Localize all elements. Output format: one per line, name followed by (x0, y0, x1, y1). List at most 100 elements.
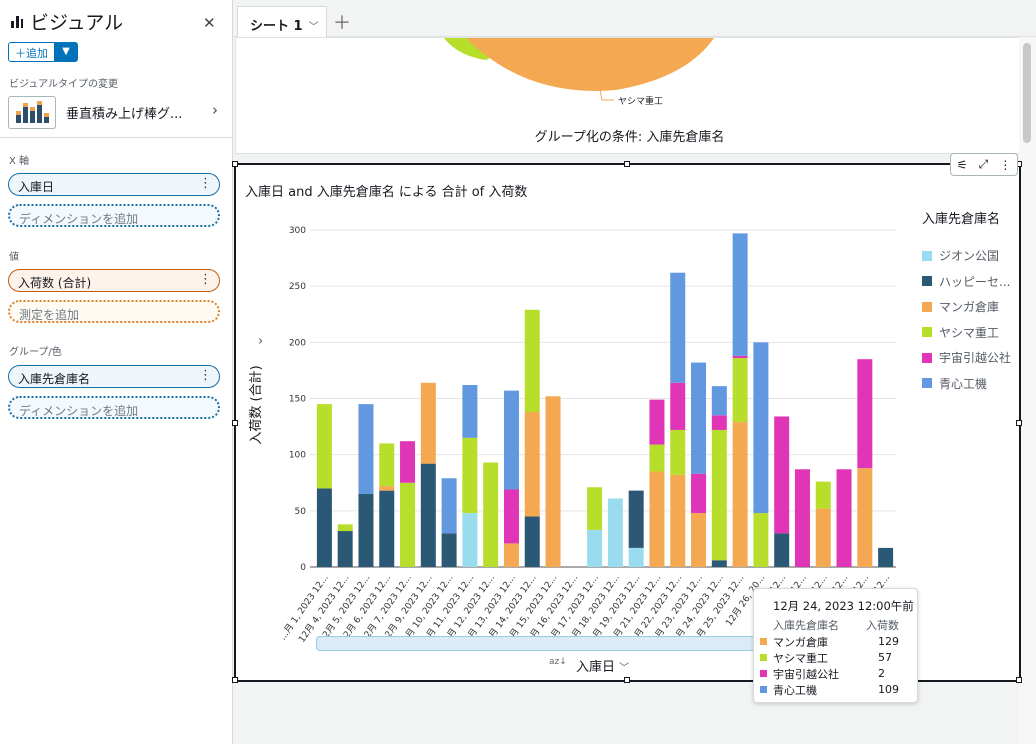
pie-chart-visual[interactable]: ヤシマ重工 グループ化の条件: 入庫先倉庫名 (235, 37, 1022, 154)
bar-segment (483, 462, 499, 567)
y-tick-label: 50 (295, 507, 307, 517)
legend-swatch (922, 250, 932, 261)
tooltip-swatch (760, 638, 767, 645)
bar-segment (441, 478, 457, 534)
legend-item[interactable]: ジオン公国 (922, 247, 999, 264)
panel-divider (0, 137, 233, 138)
bar-segment (691, 362, 707, 474)
add-sheet-icon[interactable]: ＋ (333, 9, 351, 35)
sort-az-icon[interactable]: az↓ (549, 657, 567, 667)
group-field-label: 入庫先倉庫名 (18, 372, 91, 386)
bar-segment (524, 309, 540, 412)
bar-segment (358, 404, 374, 494)
bar-segment (462, 437, 478, 514)
x-axis-field[interactable]: 入庫日 ⋮ (8, 173, 220, 196)
tooltip-date: 12月 24, 2023 12:00午前 (773, 599, 914, 613)
tab-sheet-1[interactable]: シート 1 ﹀ (237, 6, 327, 37)
bar-chart-icon (11, 16, 23, 28)
legend-item[interactable]: 宇宙引越公社 (922, 349, 1011, 366)
bar-segment (316, 404, 332, 489)
close-icon[interactable]: ✕ (203, 14, 216, 32)
bar-segment (607, 498, 623, 567)
range-slider[interactable] (316, 636, 756, 651)
legend-label: 青心工機 (939, 376, 988, 391)
visual-type-label: ビジュアルタイプの変更 (9, 79, 118, 90)
visual-settings-panel: ビジュアル ✕ ＋追加 ▼ ビジュアルタイプの変更 垂直積み上げ棒グ... › … (0, 0, 233, 744)
chevron-down-icon[interactable]: ﹀ (619, 663, 629, 674)
scrollbar[interactable] (1019, 37, 1036, 744)
resize-handle[interactable] (1016, 677, 1022, 683)
bar-segment (628, 547, 644, 567)
tooltip-row: 青心工機 109 (760, 682, 899, 697)
bar-segment (732, 358, 748, 423)
resize-handle[interactable] (1016, 420, 1022, 426)
bar-segment (379, 490, 395, 567)
chevron-down-icon[interactable]: ﹀ (309, 22, 319, 33)
more-options-icon[interactable]: ⋮ (199, 272, 212, 287)
resize-handle[interactable] (232, 161, 238, 167)
group-add-dimension[interactable]: ディメンションを追加 (8, 396, 220, 419)
x-axis-add-label: ディメンションを追加 (19, 212, 139, 226)
bar-segment (462, 513, 478, 567)
y-tick-label: 150 (289, 395, 306, 405)
legend-label: ハッピーセ... (939, 274, 1011, 289)
x-axis-title[interactable]: 入庫日 ﹀ (576, 656, 629, 675)
bar-segment (857, 359, 873, 469)
resize-handle[interactable] (232, 677, 238, 683)
tooltip-row-name: マンガ倉庫 (773, 635, 828, 649)
tooltip-row-value: 2 (878, 667, 885, 680)
stacked-bar-chart-icon (8, 95, 56, 129)
stacked-bar-visual[interactable]: ⚟ ⤢ ⋮ 入庫日 and 入庫先倉庫名 による 合計 of 入荷数 0 50 10… (232, 153, 1022, 703)
bar-segment (753, 513, 769, 567)
bar-segment (711, 429, 727, 561)
bar-segment (836, 469, 852, 567)
legend-item[interactable]: 青心工機 (922, 375, 987, 392)
tooltip-col-value: 入荷数 (866, 619, 899, 632)
legend-swatch (922, 378, 932, 388)
tooltip-row-value: 109 (878, 683, 899, 696)
pie-label: ヤシマ重工 (618, 97, 664, 107)
visual-type-name: 垂直積み上げ棒グ... (66, 106, 183, 122)
bar-segment (794, 469, 810, 567)
bar-segment (732, 233, 748, 356)
bar-segment (670, 429, 686, 475)
visual-type-selector[interactable]: 垂直積み上げ棒グ... › (8, 93, 226, 131)
legend-item[interactable]: マンガ倉庫 (922, 298, 999, 315)
tooltip-row-value: 57 (878, 651, 892, 664)
chevron-right-icon: › (212, 101, 218, 119)
panel-title: ビジュアル (30, 11, 124, 34)
more-options-icon[interactable]: ⋮ (999, 158, 1011, 172)
scrollbar-thumb[interactable] (1023, 43, 1031, 143)
bar-segment (420, 382, 436, 464)
value-add-measure[interactable]: 測定を追加 (8, 300, 220, 323)
chevron-right-icon: › (258, 334, 263, 349)
value-field[interactable]: 入荷数 (合計) ⋮ (8, 269, 220, 292)
chart-title: 入庫日 and 入庫先倉庫名 による 合計 of 入荷数 (245, 185, 528, 200)
bar-segment (524, 516, 540, 567)
bar-segment (649, 399, 665, 445)
more-options-icon[interactable]: ⋮ (199, 368, 212, 383)
resize-handle[interactable] (624, 677, 630, 683)
tooltip-swatch (760, 686, 767, 693)
add-button[interactable]: ＋追加 ▼ (8, 42, 78, 62)
tooltip-col-name: 入庫先倉庫名 (773, 619, 839, 632)
bar-segment (503, 489, 519, 544)
tooltip: 12月 24, 2023 12:00午前 入庫先倉庫名 入荷数 マンガ倉庫 129… (753, 588, 918, 703)
expand-icon[interactable]: ⤢ (979, 157, 989, 172)
group-field[interactable]: 入庫先倉庫名 ⋮ (8, 365, 220, 388)
value-field-label: 入荷数 (合計) (18, 276, 92, 290)
chevron-down-icon[interactable]: ▼ (55, 43, 77, 61)
bar-segment (691, 513, 707, 567)
x-axis-add-dimension[interactable]: ディメンションを追加 (8, 204, 220, 227)
bar-segment (711, 415, 727, 430)
analyze-icon[interactable]: ⚟ (957, 158, 968, 172)
legend-item[interactable]: ハッピーセ... (922, 273, 1010, 290)
legend-item[interactable]: ヤシマ重工 (922, 324, 999, 341)
visual-toolbar: ⚟ ⤢ ⋮ (950, 153, 1018, 176)
tooltip-row-name: 青心工機 (773, 683, 817, 697)
resize-handle[interactable] (624, 161, 630, 167)
more-options-icon[interactable]: ⋮ (199, 176, 212, 191)
bar-segment (711, 386, 727, 416)
tooltip-row: マンガ倉庫 129 (760, 634, 899, 649)
tooltip-row-name: ヤシマ重工 (773, 651, 828, 665)
